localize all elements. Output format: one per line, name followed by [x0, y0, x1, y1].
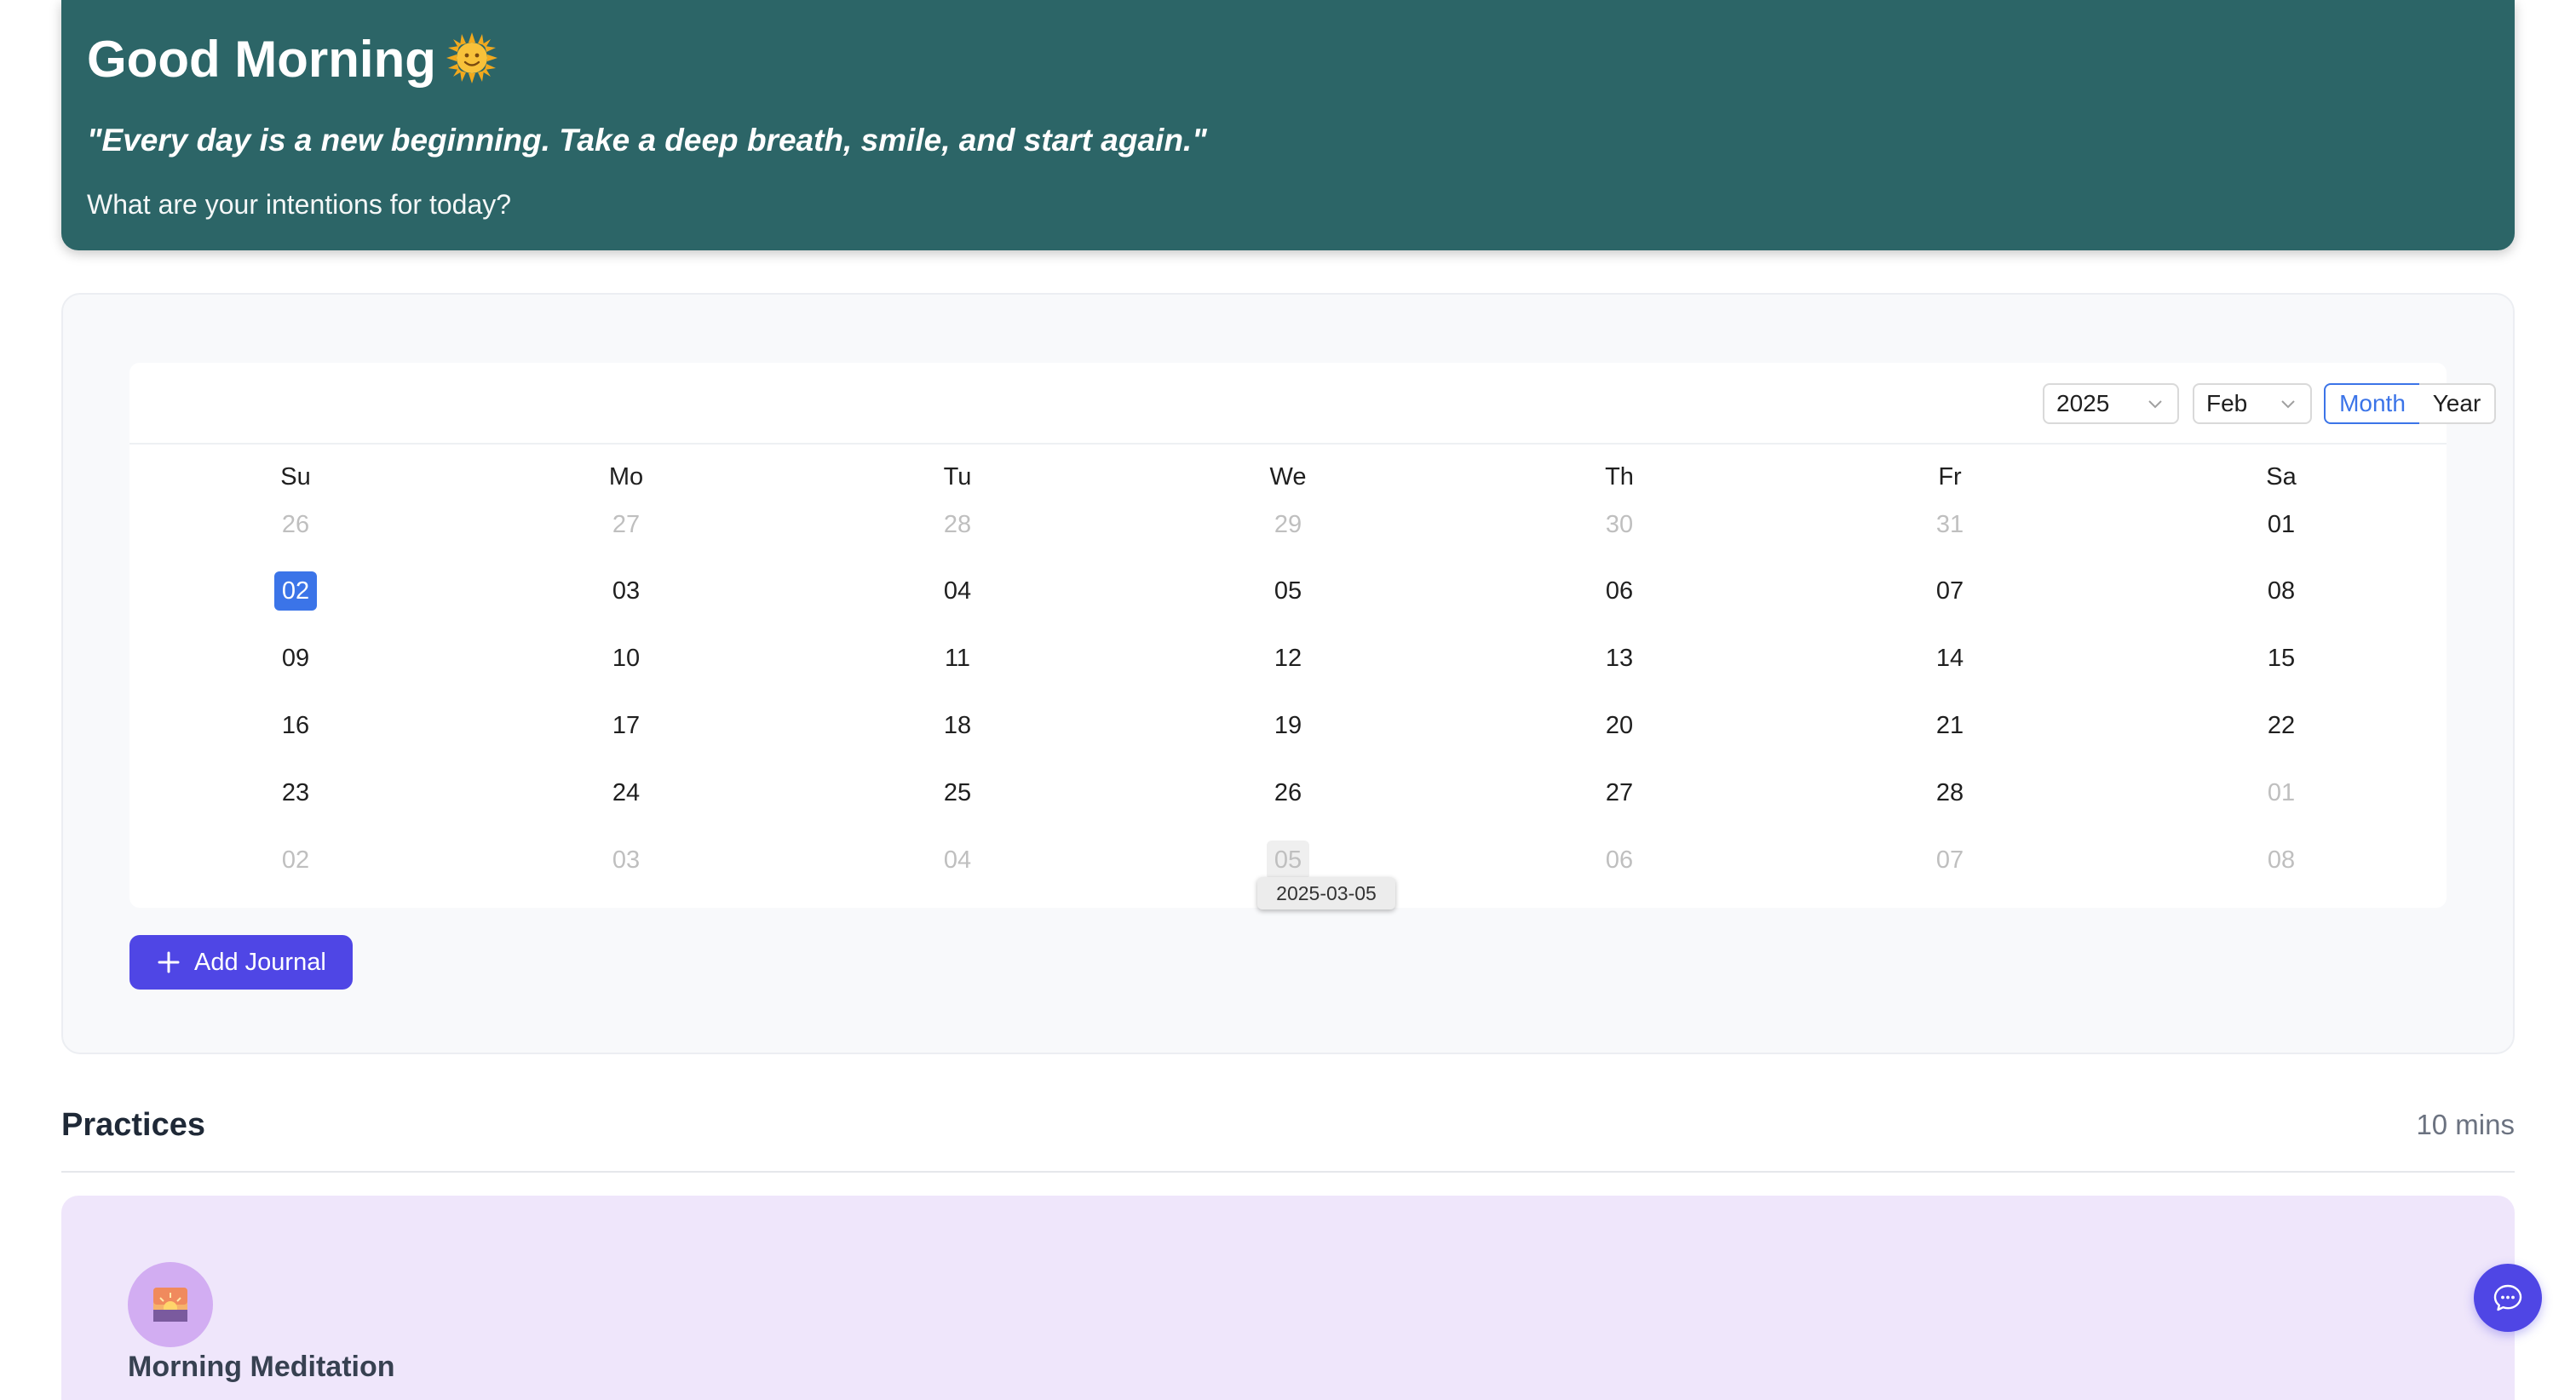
calendar-day-cell[interactable]: 14	[1929, 639, 1971, 678]
calendar-day-cell[interactable]: 01	[2260, 505, 2303, 544]
mode-year-button[interactable]: Year	[2419, 383, 2496, 424]
practice-avatar	[128, 1262, 213, 1347]
calendar-day-cell[interactable]: 31	[1929, 505, 1971, 544]
daily-quote: "Every day is a new beginning. Take a de…	[87, 123, 1207, 158]
date-tooltip: 2025-03-05	[1257, 877, 1395, 909]
year-select-value: 2025	[2056, 390, 2110, 416]
practices-title: Practices	[61, 1107, 206, 1143]
calendar-day-cell[interactable]: 07	[1929, 571, 1971, 611]
calendar-day-cell[interactable]: 07	[1929, 841, 1971, 880]
chevron-down-icon	[2281, 400, 2295, 409]
calendar-day-cell[interactable]: 29	[1267, 505, 1309, 544]
calendar-day-cell[interactable]: 25	[936, 773, 979, 812]
calendar-day-cell[interactable]: 20	[1598, 706, 1641, 745]
sun-icon	[446, 32, 497, 84]
calendar-day-cell[interactable]: 08	[2260, 571, 2303, 611]
sunrise-icon	[153, 1288, 187, 1322]
calendar-day-cell[interactable]: 23	[274, 773, 317, 812]
plus-icon	[158, 951, 180, 973]
calendar-day-cell[interactable]: 01	[2260, 773, 2303, 812]
weekday-label: Su	[280, 463, 311, 491]
calendar-day-cell[interactable]: 08	[2260, 841, 2303, 880]
calendar-day-cell[interactable]: 11	[936, 639, 979, 678]
chevron-down-icon	[2148, 400, 2162, 409]
intentions-prompt: What are your intentions for today?	[87, 189, 512, 220]
calendar-day-cell[interactable]: 13	[1598, 639, 1641, 678]
calendar-day-cell[interactable]: 04	[936, 571, 979, 611]
calendar-day-cell[interactable]: 10	[605, 639, 647, 678]
greeting-banner: Good Morning "Every day is a new beginni…	[61, 0, 2515, 250]
weekday-label: Tu	[943, 463, 972, 491]
month-select-value: Feb	[2206, 390, 2248, 416]
add-journal-button[interactable]: Add Journal	[129, 935, 353, 990]
calendar-header: 2025 Feb Month Year	[129, 363, 2496, 445]
greeting-title-text: Good Morning	[87, 31, 436, 88]
calendar-day-cell[interactable]: 03	[605, 571, 647, 611]
weekday-label: Sa	[2266, 463, 2297, 491]
calendar-day-cell[interactable]: 21	[1929, 706, 1971, 745]
practice-card[interactable]: Morning Meditation	[61, 1196, 2515, 1400]
calendar-day-cell[interactable]: 26	[274, 505, 317, 544]
calendar-day-cell[interactable]: 03	[605, 841, 647, 880]
journal-calendar-section: 2025 Feb Month Year Su Mo Tu We Th Fr Sa 26 27 2…	[61, 293, 2515, 1054]
mode-month-button[interactable]: Month	[2324, 383, 2421, 424]
calendar-day-cell[interactable]: 15	[2260, 639, 2303, 678]
calendar-day-cell[interactable]: 04	[936, 841, 979, 880]
calendar-day-cell[interactable]: 09	[274, 639, 317, 678]
calendar-day-cell[interactable]: 12	[1267, 639, 1309, 678]
calendar-day-cell[interactable]: 27	[1598, 773, 1641, 812]
section-divider	[61, 1171, 2515, 1173]
chat-bubble-icon	[2493, 1284, 2522, 1311]
calendar-day-cell[interactable]: 05	[1267, 841, 1309, 880]
calendar-day-cell[interactable]: 18	[936, 706, 979, 745]
calendar-day-cell[interactable]: 16	[274, 706, 317, 745]
weekday-label: Th	[1605, 463, 1634, 491]
calendar-day-cell[interactable]: 27	[605, 505, 647, 544]
calendar-day-cell[interactable]: 06	[1598, 841, 1641, 880]
calendar-day-cell[interactable]: 02	[274, 571, 317, 611]
calendar-day-cell[interactable]: 28	[936, 505, 979, 544]
add-journal-label: Add Journal	[194, 949, 326, 976]
calendar-day-cell[interactable]: 26	[1267, 773, 1309, 812]
month-select[interactable]: Feb	[2193, 383, 2312, 424]
chat-button[interactable]	[2474, 1264, 2542, 1332]
calendar-day-cell[interactable]: 05	[1267, 571, 1309, 611]
calendar-day-cell[interactable]: 02	[274, 841, 317, 880]
year-select[interactable]: 2025	[2043, 383, 2179, 424]
weekday-label: Fr	[1938, 463, 1962, 491]
weekday-label: We	[1269, 463, 1307, 491]
calendar-day-cell[interactable]: 30	[1598, 505, 1641, 544]
calendar-day-cell[interactable]: 24	[605, 773, 647, 812]
calendar: 2025 Feb Month Year Su Mo Tu We Th Fr Sa 26 27 2…	[129, 363, 2496, 908]
calendar-day-cell[interactable]: 28	[1929, 773, 1971, 812]
weekday-label: Mo	[608, 463, 644, 491]
greeting-title: Good Morning	[87, 27, 499, 92]
calendar-day-cell[interactable]: 17	[605, 706, 647, 745]
calendar-day-cell[interactable]: 19	[1267, 706, 1309, 745]
practices-duration: 10 mins	[2416, 1109, 2515, 1140]
calendar-day-cell[interactable]: 22	[2260, 706, 2303, 745]
calendar-day-cell[interactable]: 06	[1598, 571, 1641, 611]
